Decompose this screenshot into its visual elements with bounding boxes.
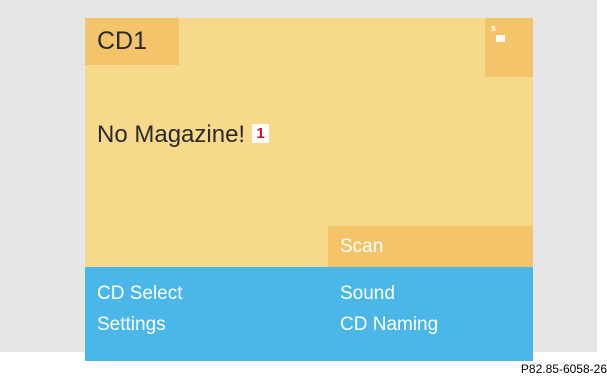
- menu-item-sound[interactable]: Sound: [340, 283, 395, 305]
- source-tab-cd1[interactable]: CD1: [85, 18, 179, 65]
- status-icon-box: s: [485, 18, 533, 77]
- signal-icon-letter: s: [491, 23, 497, 33]
- menu-item-cd-naming[interactable]: CD Naming: [340, 314, 438, 336]
- status-message-text: No Magazine!: [97, 121, 246, 148]
- scan-button[interactable]: Scan: [328, 226, 533, 267]
- callout-marker: 1: [252, 124, 270, 143]
- figure-reference-code: P82.85-6058-26: [520, 362, 607, 376]
- status-message: No Magazine! 1: [97, 121, 270, 149]
- signal-icon: [496, 35, 505, 42]
- menu-item-cd-select[interactable]: CD Select: [97, 283, 183, 305]
- figure-frame: CD1 s No Magazine! 1 Scan CD Select Setti…: [0, 0, 597, 361]
- display-screen: CD1 s No Magazine! 1 Scan CD Select Setti…: [85, 18, 533, 361]
- softkey-menu: CD Select Settings Sound CD Naming: [85, 267, 533, 361]
- menu-item-settings[interactable]: Settings: [97, 314, 166, 336]
